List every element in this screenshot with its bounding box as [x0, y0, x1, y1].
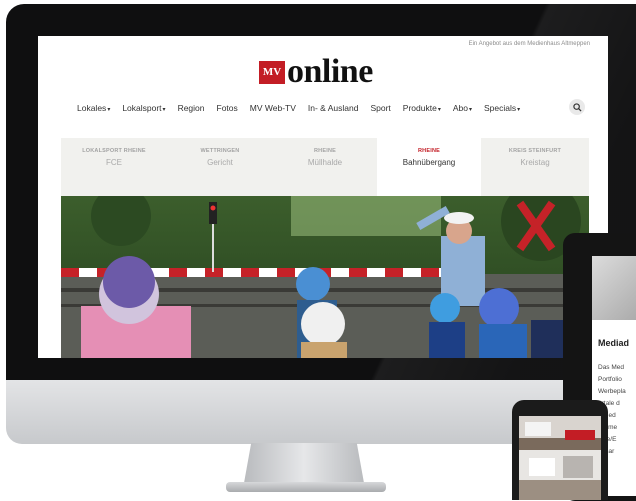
nav-item-specials[interactable]: Specials▾ — [484, 103, 520, 113]
teaser-kicker: RHEINE — [418, 148, 440, 154]
nav-item-lokales[interactable]: Lokales▾ — [77, 103, 110, 113]
teaser-fce[interactable]: LOKALSPORT RHEINE FCE — [61, 138, 167, 196]
teaser-kreistag[interactable]: KREIS STEINFURT Kreistag — [481, 138, 589, 196]
logo-mark: MV — [259, 60, 285, 84]
nav-item-in-ausland[interactable]: In- & Ausland — [308, 103, 359, 113]
smartphone-screen — [519, 416, 601, 500]
chevron-down-icon: ▾ — [437, 107, 441, 113]
publisher-tagline[interactable]: Ein Angebot aus dem Medienhaus Altmeppen — [469, 41, 590, 47]
nav-item-sport[interactable]: Sport — [370, 103, 390, 113]
tablet-text-line: Das Med — [598, 364, 625, 371]
main-navigation: Lokales▾ Lokalsport▾ Region Fotos MV Web… — [77, 100, 532, 116]
chevron-down-icon: ▾ — [517, 107, 521, 113]
tablet-text-line: Portfolio — [598, 376, 622, 383]
teaser-title: FCE — [106, 158, 122, 167]
teaser-kicker: RHEINE — [314, 148, 336, 154]
teaser-gericht[interactable]: WETTRINGEN Gericht — [167, 138, 273, 196]
search-icon — [572, 102, 582, 112]
tablet-article-image — [592, 256, 636, 320]
teaser-bahnuebergang[interactable]: RHEINE Bahnübergang — [377, 138, 481, 196]
tablet-text-line: Werbepla — [598, 388, 626, 395]
phone-photo — [519, 416, 601, 500]
site-logo[interactable]: MV online — [259, 55, 373, 89]
imac-stand — [244, 443, 364, 483]
teaser-title: Müllhalde — [307, 158, 343, 167]
teaser-kicker: WETTRINGEN — [200, 148, 240, 154]
teaser-kicker: LOKALSPORT RHEINE — [82, 148, 146, 154]
nav-item-web-tv[interactable]: MV Web-TV — [250, 103, 296, 113]
logo-wordmark: online — [287, 53, 373, 90]
website-screen: Ein Angebot aus dem Medienhaus Altmeppen… — [38, 36, 608, 358]
chevron-down-icon: ▾ — [162, 107, 166, 113]
imac-stand-base — [226, 482, 386, 492]
teaser-muellhalde[interactable]: RHEINE Müllhalde — [273, 138, 377, 196]
hero-image — [61, 196, 589, 358]
top-stories-bar: LOKALSPORT RHEINE FCE WETTRINGEN Gericht… — [61, 138, 589, 196]
search-button[interactable] — [569, 99, 585, 115]
teaser-title: Gericht — [207, 158, 233, 167]
teaser-title: Kreistag — [520, 158, 550, 167]
nav-item-fotos[interactable]: Fotos — [217, 103, 238, 113]
chevron-down-icon: ▾ — [107, 107, 111, 113]
nav-item-abo[interactable]: Abo▾ — [453, 103, 472, 113]
teaser-title: Bahnübergang — [402, 158, 456, 167]
chevron-down-icon: ▾ — [468, 107, 472, 113]
nav-item-produkte[interactable]: Produkte▾ — [403, 103, 441, 113]
tablet-heading: Mediad — [598, 338, 630, 348]
nav-item-region[interactable]: Region — [178, 103, 205, 113]
nav-item-lokalsport[interactable]: Lokalsport▾ — [122, 103, 165, 113]
teaser-kicker: KREIS STEINFURT — [508, 148, 562, 154]
hero-photo[interactable] — [61, 196, 589, 358]
